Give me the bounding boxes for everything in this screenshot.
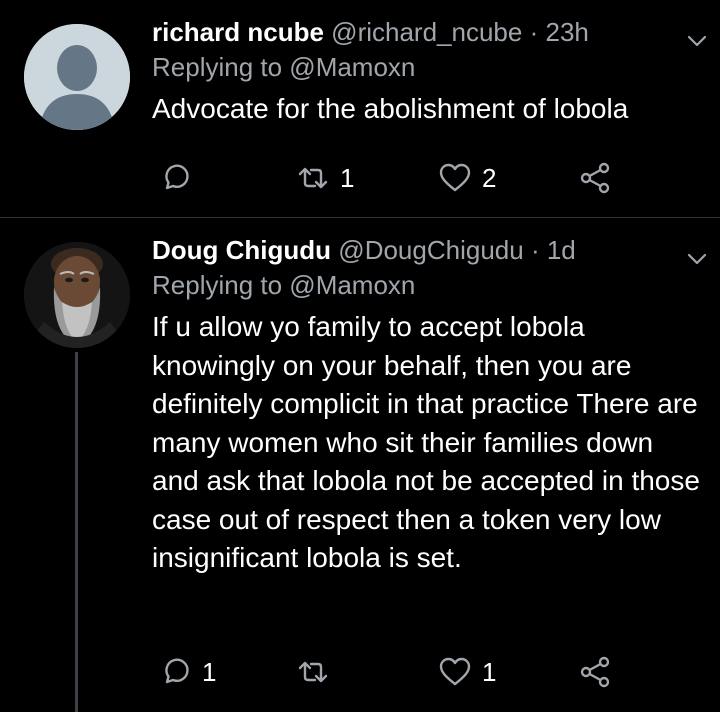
user-handle[interactable]: @richard_ncube xyxy=(331,17,522,47)
retweet-count: 1 xyxy=(340,162,355,193)
display-name[interactable]: richard ncube xyxy=(152,17,324,47)
reply-button[interactable]: 1 xyxy=(158,652,216,692)
like-count: 2 xyxy=(482,162,497,193)
tweet[interactable]: richard ncube @richard_ncube · 23h Reply… xyxy=(0,0,720,218)
default-avatar-icon xyxy=(24,24,130,130)
tweet-content: richard ncube @richard_ncube · 23h Reply… xyxy=(152,14,700,129)
retweet-icon xyxy=(298,167,328,189)
reply-icon xyxy=(165,658,189,684)
reply-icon xyxy=(165,164,189,190)
user-handle[interactable]: @DougChigudu xyxy=(338,235,523,265)
tweet-header: Doug Chigudu @DougChigudu · 1d xyxy=(152,232,700,268)
thread-line xyxy=(75,352,78,712)
share-button[interactable] xyxy=(578,652,612,692)
profile-photo xyxy=(24,242,130,348)
share-button[interactable] xyxy=(578,158,612,198)
chevron-down-icon[interactable] xyxy=(682,26,712,56)
reply-count: 1 xyxy=(202,656,217,687)
separator-dot: · xyxy=(530,235,540,265)
share-icon xyxy=(580,162,610,194)
retweet-button[interactable] xyxy=(296,652,340,692)
heart-icon xyxy=(439,657,471,686)
tweet-text: Advocate for the abolishment of lobola xyxy=(152,93,629,124)
tweet-content: Doug Chigudu @DougChigudu · 1d Replying … xyxy=(152,232,700,578)
like-button[interactable]: 1 xyxy=(438,652,496,692)
tweet-text: If u allow yo family to accept lobola kn… xyxy=(152,311,700,573)
separator-dot: · xyxy=(529,17,539,47)
tweet-header: richard ncube @richard_ncube · 23h xyxy=(152,14,700,50)
action-bar: 1 2 xyxy=(152,158,622,198)
heart-icon xyxy=(439,163,471,192)
action-bar: 1 1 xyxy=(152,652,622,692)
share-icon xyxy=(580,656,610,688)
like-count: 1 xyxy=(482,656,497,687)
avatar[interactable] xyxy=(24,24,130,130)
tweet[interactable]: Doug Chigudu @DougChigudu · 1d Replying … xyxy=(0,218,720,712)
replying-to[interactable]: Replying to @Mamoxn xyxy=(152,268,700,302)
chevron-down-icon[interactable] xyxy=(682,244,712,274)
retweet-button[interactable]: 1 xyxy=(296,158,354,198)
reply-button[interactable] xyxy=(158,158,202,198)
retweet-icon xyxy=(298,661,328,683)
display-name[interactable]: Doug Chigudu xyxy=(152,235,331,265)
avatar[interactable] xyxy=(24,242,130,348)
replying-to[interactable]: Replying to @Mamoxn xyxy=(152,50,700,84)
like-button[interactable]: 2 xyxy=(438,158,496,198)
timestamp[interactable]: 23h xyxy=(545,17,588,47)
timestamp[interactable]: 1d xyxy=(547,235,576,265)
